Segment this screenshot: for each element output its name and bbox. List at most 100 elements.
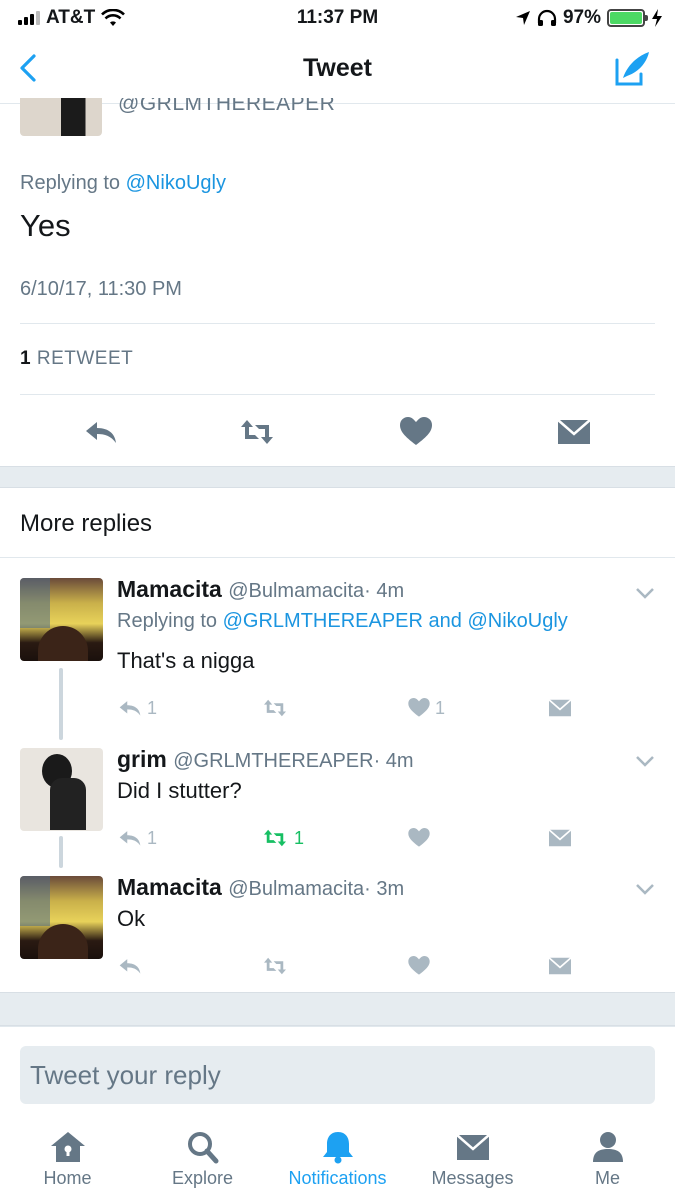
retweet-icon: [264, 829, 286, 847]
thread-line: [59, 668, 63, 740]
like-count: 1: [435, 697, 446, 718]
chevron-down-icon[interactable]: [635, 754, 655, 768]
retweet-icon: [264, 957, 286, 975]
reply-action-row: [117, 952, 577, 980]
author-handle: @GRLMTHEREAPER: [173, 750, 374, 772]
replying-prefix: Replying to: [117, 610, 218, 632]
retweet-count-line[interactable]: 1 RETWEET: [20, 348, 133, 370]
reply-icon[interactable]: [83, 416, 119, 448]
like-heart-icon[interactable]: [398, 416, 434, 448]
reply-time: · 3m: [364, 878, 405, 900]
retweet-button[interactable]: 1: [260, 824, 304, 852]
author-name: Mamacita: [117, 874, 222, 900]
tab-label: Me: [594, 1168, 620, 1188]
replying-and: and: [428, 610, 462, 632]
retweet-count-value: 1: [20, 348, 32, 369]
reply-text: That's a nigga: [117, 648, 255, 673]
reply-button[interactable]: [117, 952, 147, 980]
direct-message-icon: [548, 829, 572, 847]
reply-icon: [119, 831, 141, 846]
tweet-text: Yes: [20, 208, 71, 243]
avatar[interactable]: [20, 98, 102, 136]
reply-button[interactable]: 1: [117, 694, 157, 722]
reply-time: · 4m: [373, 750, 414, 772]
tweet-action-row: [0, 416, 675, 456]
reply-count: 1: [147, 697, 158, 718]
replying-to-link[interactable]: @NikoUgly: [126, 172, 226, 194]
chevron-down-icon[interactable]: [635, 882, 655, 896]
more-replies-title: More replies: [20, 510, 153, 537]
battery-percent: 97%: [562, 7, 601, 28]
author-name: Mamacita: [117, 576, 222, 602]
avatar[interactable]: [20, 876, 103, 959]
person-icon: [592, 1132, 623, 1162]
chevron-down-icon[interactable]: [635, 586, 655, 600]
bell-icon: [322, 1132, 353, 1164]
retweet-icon: [264, 699, 286, 717]
main-tweet-author-partial: @GRLMTHEREAPER: [20, 98, 660, 136]
author-handle: @Bulmamacita: [228, 580, 365, 602]
retweet-icon[interactable]: [239, 416, 275, 448]
reply-author[interactable]: grim @GRLMTHEREAPER· 4m: [117, 746, 414, 773]
author-name: grim: [117, 746, 167, 772]
reply-button[interactable]: 1: [117, 824, 157, 852]
direct-message-icon[interactable]: [556, 416, 592, 448]
tweet-reply-input[interactable]: [20, 1046, 655, 1104]
reply-author[interactable]: Mamacita @Bulmamacita· 3m: [117, 874, 404, 901]
reply-composer-bar: [0, 1026, 675, 1120]
direct-message-button[interactable]: [547, 824, 573, 852]
direct-message-icon: [548, 699, 572, 717]
direct-message-button[interactable]: [547, 694, 573, 722]
like-heart-icon: [408, 956, 430, 975]
avatar[interactable]: [20, 578, 103, 661]
replying-prefix: Replying to: [20, 172, 121, 194]
tab-messages[interactable]: Messages: [405, 1130, 540, 1189]
search-icon: [187, 1132, 218, 1164]
avatar[interactable]: [20, 748, 103, 831]
like-button[interactable]: [407, 824, 435, 852]
reply-author[interactable]: Mamacita @Bulmamacita· 4m: [117, 576, 404, 603]
retweet-count-label: RETWEET: [36, 348, 134, 369]
author-handle: @Bulmamacita: [228, 878, 365, 900]
author-handle[interactable]: @GRLMTHEREAPER: [118, 98, 335, 116]
divider: [20, 394, 655, 395]
reply-icon: [119, 701, 141, 716]
compose-tweet-icon[interactable]: [613, 48, 653, 88]
thread-line: [59, 836, 63, 868]
envelope-icon: [455, 1134, 490, 1160]
replying-to-link[interactable]: @NikoUgly: [467, 610, 567, 632]
nav-bar: Tweet: [0, 36, 675, 104]
reply-text: Ok: [117, 906, 146, 931]
tweet-timestamp: 6/10/17, 11:30 PM: [20, 278, 182, 300]
section-separator: [0, 466, 675, 488]
direct-message-button[interactable]: [547, 952, 573, 980]
reply-text: Did I stutter?: [117, 778, 242, 803]
tab-label: Messages: [431, 1168, 514, 1188]
replying-to-line: Replying to @NikoUgly: [20, 172, 226, 195]
reply-count: 1: [147, 827, 158, 848]
page-title: Tweet: [303, 54, 372, 82]
tab-me[interactable]: Me: [540, 1130, 675, 1189]
retweet-button[interactable]: [260, 694, 294, 722]
reply-action-row: 1 1: [117, 694, 577, 722]
status-bar: AT&T 11:37 PM 97%: [0, 0, 675, 36]
more-replies-header: More replies: [0, 488, 675, 558]
reply-icon: [119, 959, 141, 974]
tab-explore[interactable]: Explore: [135, 1130, 270, 1189]
charging-bolt-icon: [652, 9, 662, 27]
tab-notifications[interactable]: Notifications: [270, 1130, 405, 1189]
tab-home[interactable]: Home: [0, 1130, 135, 1189]
section-separator: [0, 992, 675, 1026]
reply-time: · 4m: [364, 580, 405, 602]
tab-label: Home: [43, 1168, 92, 1188]
replying-to-line: Replying to @GRLMTHEREAPER and @NikoUgly: [117, 610, 568, 633]
like-button[interactable]: [407, 952, 435, 980]
tab-label: Explore: [171, 1168, 234, 1188]
status-right: 97%: [515, 7, 663, 29]
replying-to-link[interactable]: @GRLMTHEREAPER: [223, 610, 423, 632]
retweet-button[interactable]: [260, 952, 294, 980]
like-heart-icon: [408, 698, 430, 717]
reply-action-row: 1 1: [117, 824, 577, 852]
home-icon: [50, 1132, 85, 1162]
like-button[interactable]: 1: [407, 694, 445, 722]
